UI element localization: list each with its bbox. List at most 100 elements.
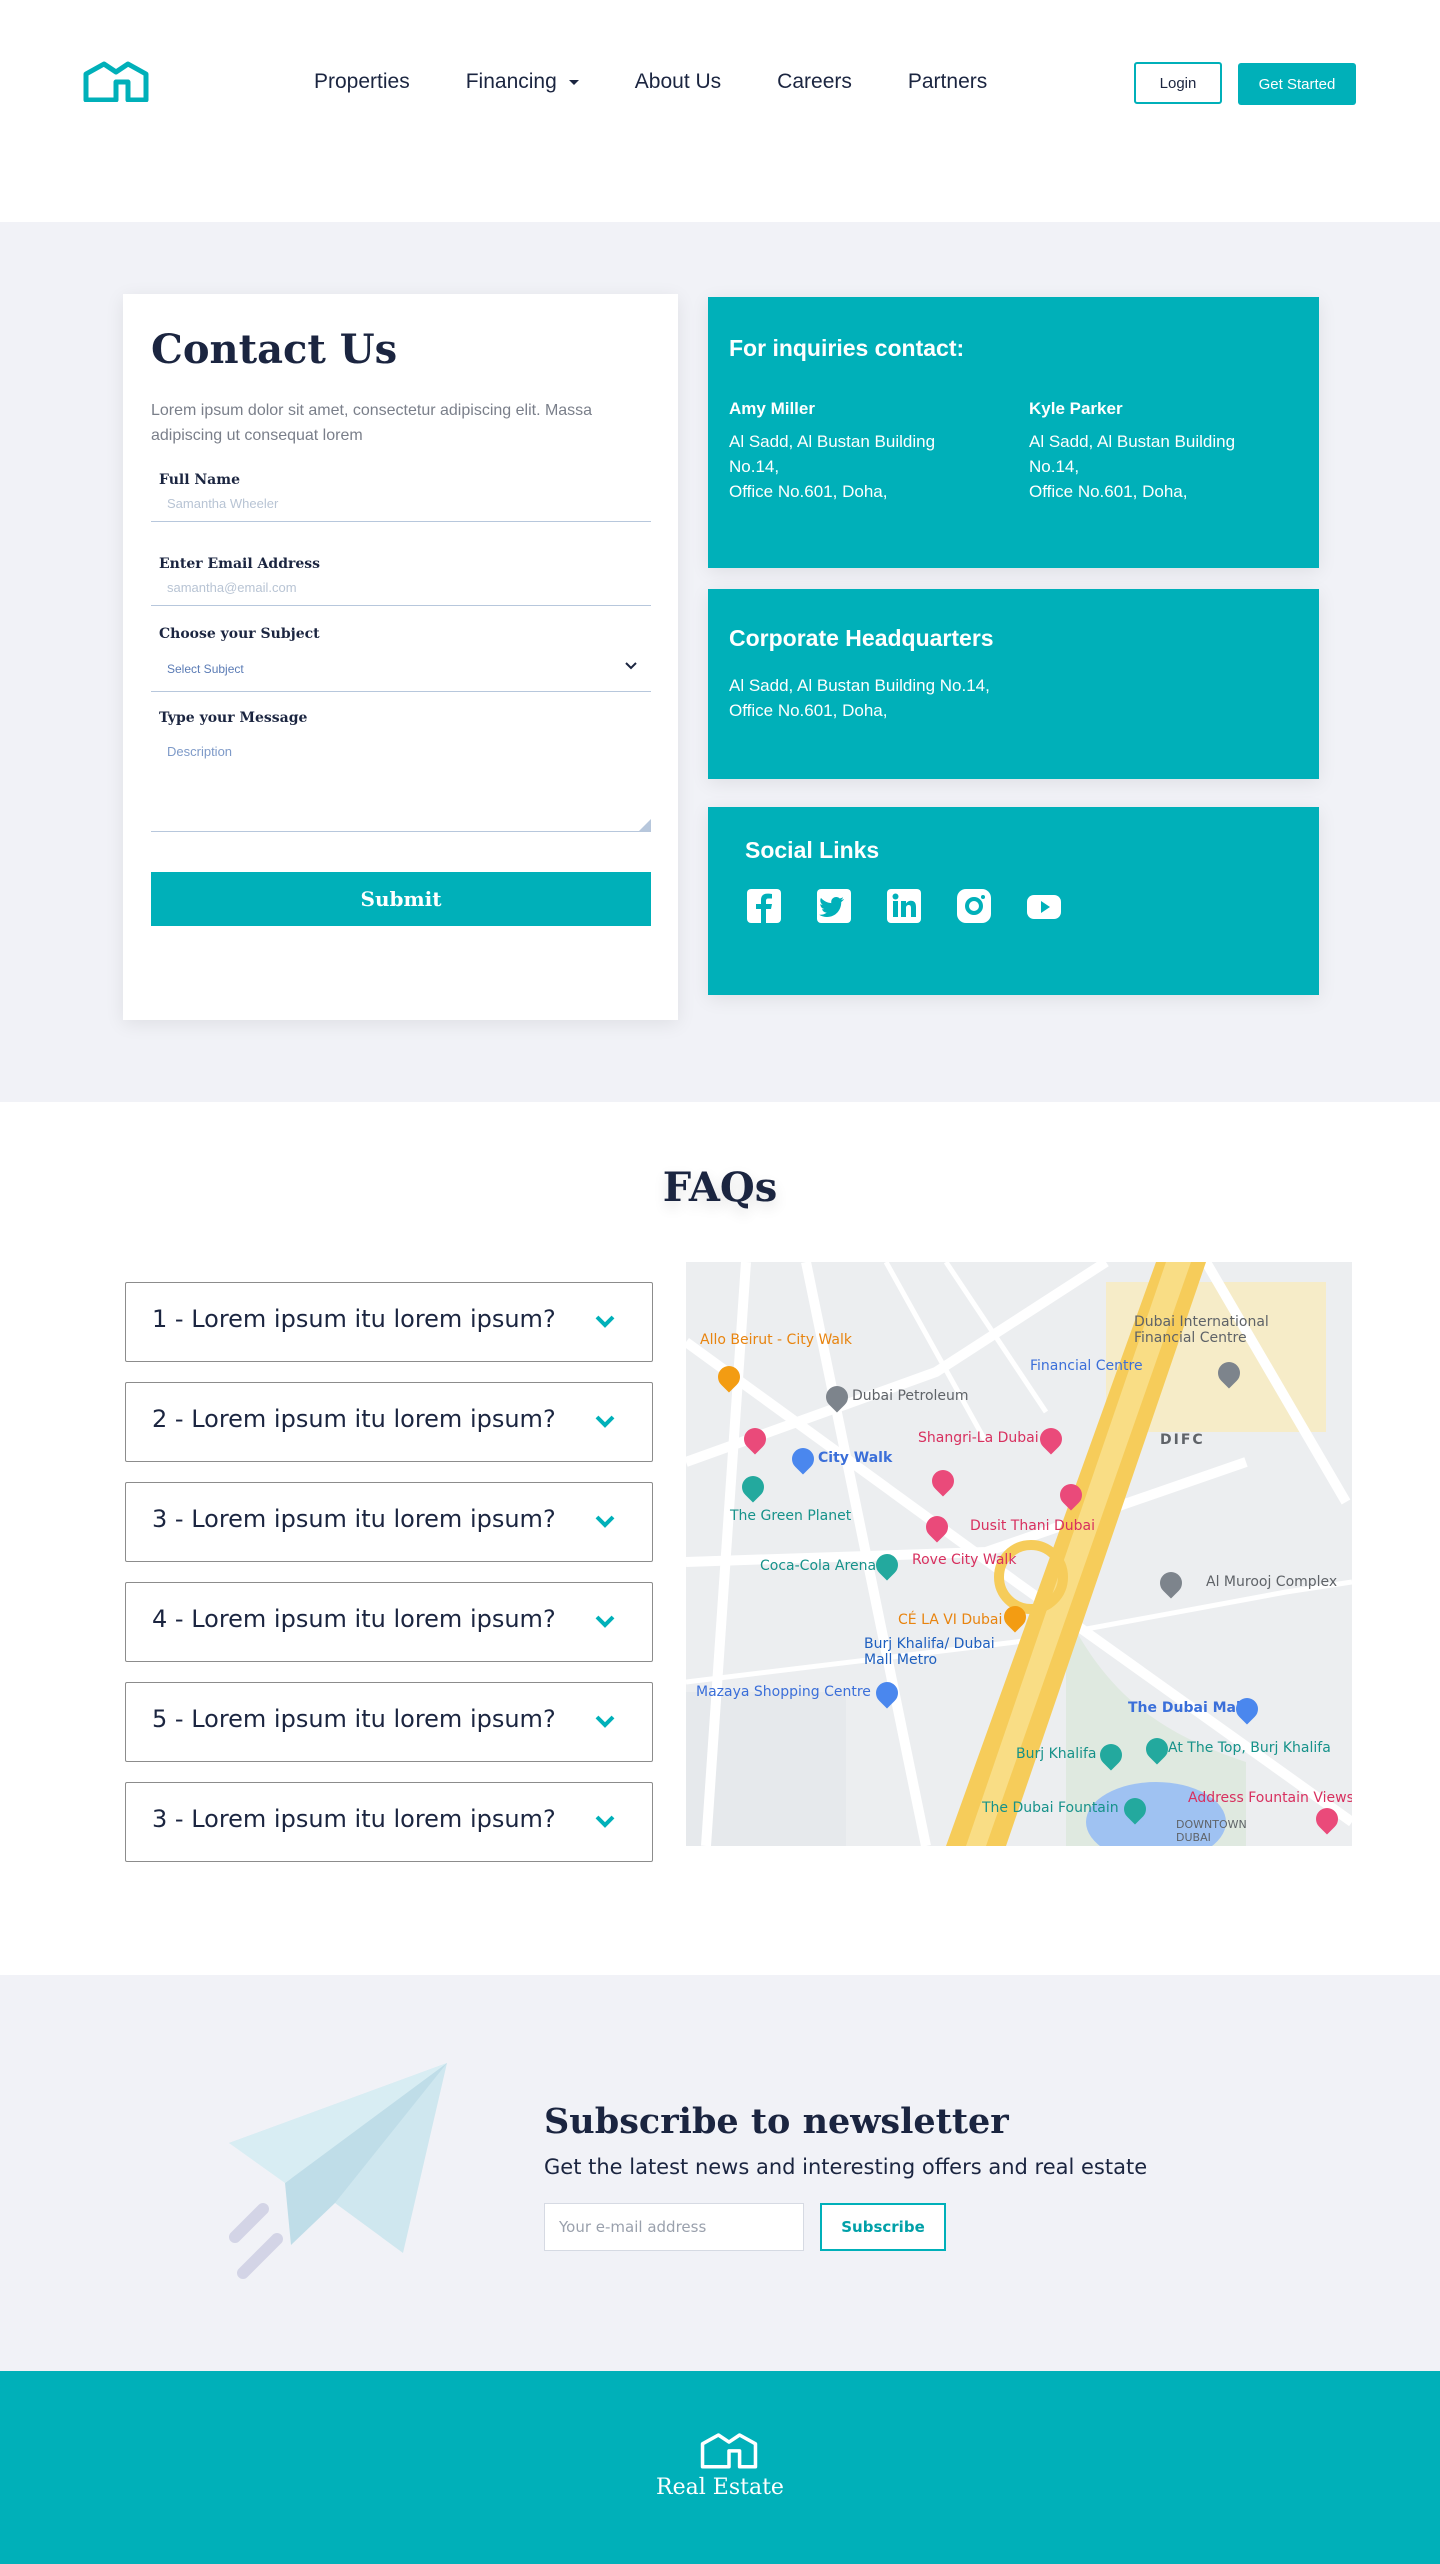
address-line: No.14,: [729, 457, 780, 476]
contact-title: Contact Us: [151, 326, 398, 373]
address-line: No.14,: [1029, 457, 1080, 476]
instagram-icon[interactable]: [955, 887, 993, 925]
faq-question: 4 - Lorem ipsum itu lorem ipsum?: [152, 1605, 556, 1633]
contact-person-name: Amy Miller: [729, 399, 815, 418]
map-label: Rove City Walk: [912, 1552, 1017, 1568]
map-label: Mazaya Shopping Centre: [696, 1684, 871, 1700]
map-label: Allo Beirut - City Walk: [700, 1332, 852, 1348]
chevron-down-icon[interactable]: [594, 1813, 616, 1829]
youtube-icon[interactable]: [1025, 887, 1063, 925]
full-name-field[interactable]: Full Name Samantha Wheeler: [151, 466, 651, 522]
email-field[interactable]: Enter Email Address samantha@email.com: [151, 550, 651, 606]
newsletter-title: Subscribe to newsletter: [544, 2101, 1009, 2142]
email-label: Enter Email Address: [159, 556, 321, 572]
map-label: Dusit Thani Dubai: [970, 1518, 1096, 1534]
paper-plane-icon: [229, 2063, 447, 2279]
faq-question: 3 - Lorem ipsum itu lorem ipsum?: [152, 1505, 556, 1533]
submit-button[interactable]: Submit: [151, 872, 651, 926]
chevron-down-icon[interactable]: [594, 1513, 616, 1529]
address-line: Al Sadd, Al Bustan Building: [729, 432, 936, 451]
message-label: Type your Message: [159, 710, 308, 726]
subject-select[interactable]: Choose your Subject Select Subject: [151, 620, 651, 692]
contact-person-address: Al Sadd, Al Bustan Building No.14, Offic…: [1029, 429, 1309, 504]
headquarters-address: Al Sadd, Al Bustan Building No.14, Offic…: [729, 673, 1229, 723]
house-logo-icon[interactable]: [82, 60, 150, 102]
address-line: Al Sadd, Al Bustan Building: [1029, 432, 1236, 451]
caret-down-icon: [568, 79, 579, 85]
faq-item[interactable]: 3 - Lorem ipsum itu lorem ipsum?: [125, 1482, 653, 1562]
faq-item[interactable]: 4 - Lorem ipsum itu lorem ipsum?: [125, 1582, 653, 1662]
address-line: Office No.601, Doha,: [729, 482, 888, 501]
social-icons-row: [745, 887, 1095, 925]
faq-question: 2 - Lorem ipsum itu lorem ipsum?: [152, 1405, 556, 1433]
chevron-down-icon[interactable]: [594, 1413, 616, 1429]
email-placeholder: samantha@email.com: [167, 580, 297, 595]
subject-placeholder: Select Subject: [167, 662, 244, 676]
map-label: Dubai Petroleum: [852, 1388, 969, 1404]
full-name-label: Full Name: [159, 472, 240, 488]
main-nav: Properties Financing About Us Careers Pa…: [314, 70, 1043, 94]
nav-properties[interactable]: Properties: [314, 70, 410, 94]
address-line: Al Sadd, Al Bustan Building No.14,: [729, 676, 990, 695]
newsletter-email-input[interactable]: [544, 2203, 804, 2251]
full-name-placeholder: Samantha Wheeler: [167, 496, 279, 511]
chevron-down-icon: [625, 662, 637, 670]
contact-person-name: Kyle Parker: [1029, 399, 1123, 418]
house-logo-icon[interactable]: [699, 2431, 759, 2469]
newsletter-subtitle: Get the latest news and interesting offe…: [544, 2155, 1148, 2179]
site-header: Properties Financing About Us Careers Pa…: [0, 0, 1440, 222]
chevron-down-icon[interactable]: [594, 1313, 616, 1329]
map-label: Burj Khalifa/ Dubai Mall Metro: [864, 1636, 995, 1668]
subscribe-button[interactable]: Subscribe: [820, 2203, 946, 2251]
nav-financing[interactable]: Financing: [466, 70, 579, 94]
map-label: Al Murooj Complex: [1206, 1574, 1338, 1590]
map-label: City Walk: [818, 1450, 893, 1466]
map-label: The Green Planet: [730, 1508, 852, 1524]
inquiries-title: For inquiries contact:: [729, 335, 965, 361]
resize-handle-icon[interactable]: [639, 819, 651, 831]
faq-item[interactable]: 5 - Lorem ipsum itu lorem ipsum?: [125, 1682, 653, 1762]
facebook-icon[interactable]: [745, 887, 783, 925]
map-label: DIFC: [1160, 1432, 1205, 1448]
map-label: DOWNTOWN DUBAI: [1176, 1818, 1247, 1844]
map-label: Shangri-La Dubai: [918, 1430, 1039, 1446]
social-links-box: Social Links: [708, 807, 1319, 995]
map-label: CÉ LA VI Dubai: [898, 1612, 1003, 1628]
map-label: Address Fountain Views: [1188, 1790, 1352, 1806]
login-button[interactable]: Login: [1134, 62, 1222, 104]
contact-form-card: Contact Us Lorem ipsum dolor sit amet, c…: [123, 294, 678, 1020]
faq-question: 5 - Lorem ipsum itu lorem ipsum?: [152, 1705, 556, 1733]
headquarters-title: Corporate Headquarters: [729, 625, 994, 651]
faq-question: 1 - Lorem ipsum itu lorem ipsum?: [152, 1305, 556, 1333]
contact-person-address: Al Sadd, Al Bustan Building No.14, Offic…: [729, 429, 1009, 504]
inquiries-box: For inquiries contact: Amy Miller Al Sad…: [708, 297, 1319, 568]
chevron-down-icon[interactable]: [594, 1713, 616, 1729]
faq-item[interactable]: 2 - Lorem ipsum itu lorem ipsum?: [125, 1382, 653, 1462]
contact-section: Contact Us Lorem ipsum dolor sit amet, c…: [0, 222, 1440, 1102]
nav-careers[interactable]: Careers: [777, 70, 852, 94]
map-label: The Dubai Fountain: [982, 1800, 1119, 1816]
map-label: At The Top, Burj Khalifa: [1168, 1740, 1331, 1756]
map-label: Coca-Cola Arena: [760, 1558, 877, 1574]
nav-partners[interactable]: Partners: [908, 70, 987, 94]
nav-about-us[interactable]: About Us: [635, 70, 721, 94]
footer-brand-name: Real Estate: [656, 2475, 784, 2500]
faq-title: FAQs: [662, 1164, 778, 1211]
twitter-icon[interactable]: [815, 887, 853, 925]
message-placeholder: Description: [167, 744, 233, 759]
subject-label: Choose your Subject: [159, 626, 320, 642]
faq-section: FAQs 1 - Lorem ipsum itu lorem ipsum? 2 …: [0, 1102, 1440, 1975]
message-textarea[interactable]: Type your Message Description: [151, 704, 651, 832]
faq-item[interactable]: 3 - Lorem ipsum itu lorem ipsum?: [125, 1782, 653, 1862]
get-started-button[interactable]: Get Started: [1238, 63, 1356, 105]
faq-item[interactable]: 1 - Lorem ipsum itu lorem ipsum?: [125, 1282, 653, 1362]
chevron-down-icon[interactable]: [594, 1613, 616, 1629]
location-map[interactable]: Allo Beirut - City Walk Dubai Petroleum …: [686, 1262, 1352, 1846]
faq-question: 3 - Lorem ipsum itu lorem ipsum?: [152, 1805, 556, 1833]
linkedin-icon[interactable]: [885, 887, 923, 925]
newsletter-section: Subscribe to newsletter Get the latest n…: [0, 1975, 1440, 2371]
address-line: Office No.601, Doha,: [1029, 482, 1188, 501]
map-label: Financial Centre: [1030, 1358, 1143, 1374]
address-line: Office No.601, Doha,: [729, 701, 888, 720]
contact-description: Lorem ipsum dolor sit amet, consectetur …: [151, 402, 593, 444]
